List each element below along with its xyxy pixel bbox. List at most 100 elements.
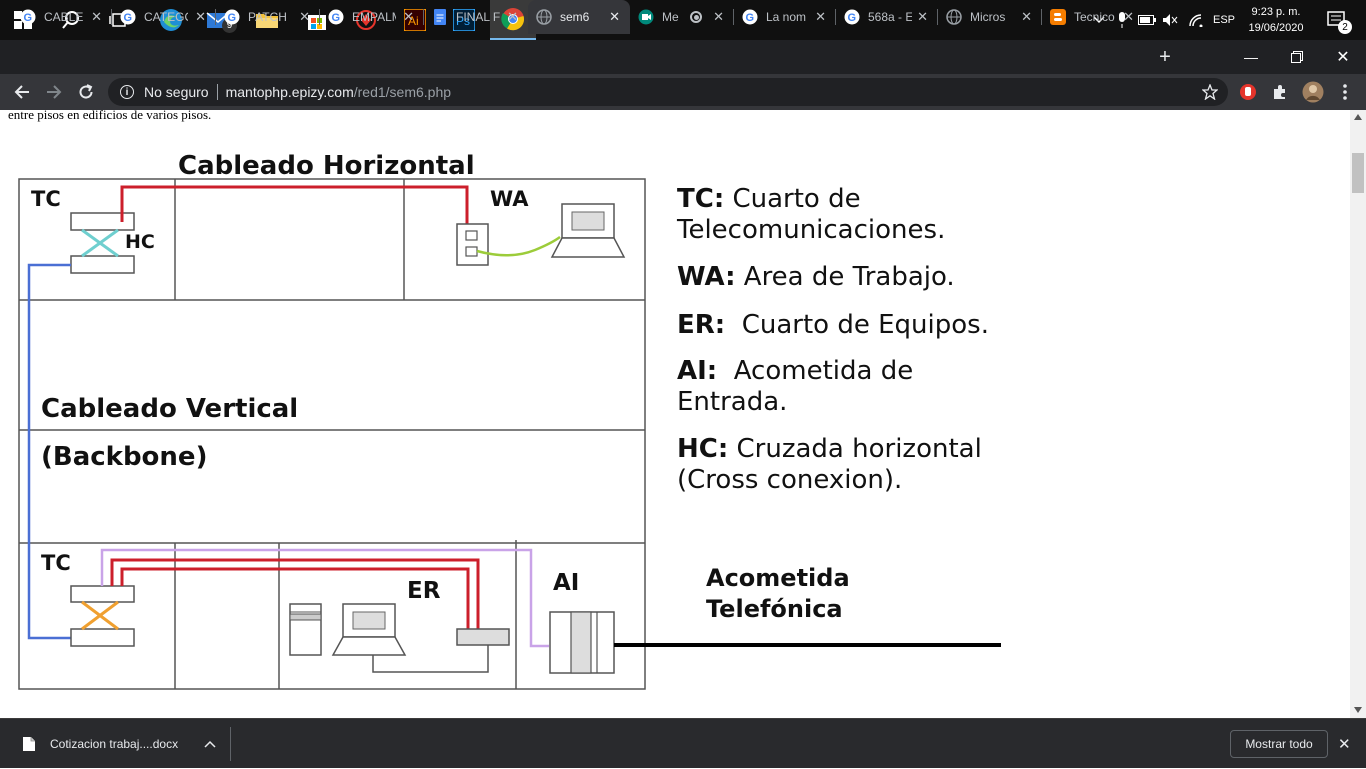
page-content: entre pisos en edificios de varios pisos…	[0, 110, 1350, 718]
meet-favicon-icon	[638, 9, 654, 25]
close-tab-icon[interactable]: ✕	[1021, 9, 1032, 25]
er-patch-panel	[456, 628, 510, 646]
chrome-menu-icon[interactable]	[1329, 74, 1361, 110]
svg-text:G: G	[746, 12, 755, 24]
er-laptop-base	[331, 636, 407, 656]
clock-time: 9:23 p. m.	[1251, 6, 1301, 18]
address-bar[interactable]: i No seguro mantophp.epizy.com/red1/sem6…	[108, 78, 1228, 106]
legend-abbr: ER:	[677, 310, 726, 340]
close-tab-icon[interactable]: ✕	[815, 9, 826, 25]
tab-sem6-active[interactable]: sem6 ✕	[528, 0, 630, 34]
legend-ai: AI: Acometida de Entrada.	[677, 356, 913, 418]
show-all-downloads-button[interactable]: Mostrar todo	[1230, 730, 1328, 758]
download-item[interactable]: Cotizacion trabaj....docx	[10, 719, 216, 769]
tab-title: sem6	[560, 10, 590, 24]
patch-panel	[70, 585, 135, 603]
tab-la-nom[interactable]: G La nom ✕	[734, 0, 836, 34]
tab-cable[interactable]: G CABLE ✕	[12, 0, 112, 34]
patch-cord	[476, 235, 561, 257]
clock[interactable]: 9:23 p. m. 19/06/2020	[1244, 0, 1308, 40]
download-bar: Cotizacion trabaj....docx Mostrar todo ✕	[0, 718, 1366, 768]
close-tab-icon[interactable]: ✕	[299, 9, 310, 25]
legend-er: ER: Cuarto de Equipos.	[677, 310, 989, 341]
legend-text: Entrada.	[677, 387, 788, 417]
blogger-favicon-icon	[1050, 9, 1066, 25]
close-tab-icon[interactable]: ✕	[713, 9, 724, 25]
outlet-port	[465, 230, 478, 241]
tab-title: CATEGO	[144, 10, 188, 24]
google-favicon-icon: G	[20, 9, 36, 25]
outlet-port	[465, 246, 478, 257]
scrollbar-thumb[interactable]	[1352, 153, 1364, 193]
tab-title: Me	[662, 10, 679, 24]
scroll-down-arrow-icon[interactable]	[1354, 707, 1362, 713]
url-path: /red1/sem6.php	[353, 84, 452, 100]
extension-adblock-icon[interactable]	[1232, 74, 1264, 110]
legend-abbr: HC:	[677, 434, 729, 464]
tab-568a[interactable]: G 568a - E ✕	[836, 0, 938, 34]
label-tc-top: TC	[31, 187, 61, 211]
page-scrollbar[interactable]	[1350, 110, 1366, 718]
legend-text: Cruzada horizontal	[728, 434, 982, 464]
legend-text: Cuarto de	[724, 184, 861, 214]
tab-final[interactable]: FINAL F ✕	[424, 0, 528, 34]
chevron-up-icon[interactable]	[204, 740, 216, 748]
profile-avatar[interactable]	[1297, 74, 1329, 110]
minimize-icon[interactable]: —	[1228, 40, 1274, 74]
label-wa: WA	[490, 187, 529, 211]
google-favicon-icon: G	[742, 9, 758, 25]
svg-text:G: G	[228, 12, 237, 24]
language-indicator[interactable]: ESP	[1210, 0, 1238, 40]
close-tab-icon[interactable]: ✕	[1123, 9, 1134, 25]
er-laptop-display	[352, 611, 386, 630]
close-tab-icon[interactable]: ✕	[507, 9, 518, 25]
tab-patch[interactable]: G PATCH ✕	[216, 0, 320, 34]
bookmark-star-icon[interactable]	[1202, 84, 1218, 100]
tab-tecnico[interactable]: Tecnico ✕	[1042, 0, 1144, 34]
tab-title: CABLE	[44, 10, 84, 24]
security-label: No seguro	[144, 84, 209, 100]
patch-panel	[70, 255, 135, 274]
legend-text: (Cross conexion).	[677, 465, 903, 495]
clock-date: 19/06/2020	[1248, 22, 1304, 34]
volume-muted-icon[interactable]	[1161, 0, 1179, 40]
back-icon[interactable]	[6, 74, 38, 110]
tab-meet[interactable]: Me ✕	[630, 0, 734, 34]
tab-categ[interactable]: G CATEGO ✕	[112, 0, 216, 34]
close-tab-icon[interactable]: ✕	[917, 9, 928, 25]
site-info-icon[interactable]: i	[120, 85, 134, 99]
close-tab-icon[interactable]: ✕	[609, 9, 620, 25]
close-download-bar-icon[interactable]: ✕	[1338, 719, 1351, 769]
svg-text:G: G	[124, 12, 133, 24]
tab-title: Micros	[970, 10, 1006, 24]
restore-icon[interactable]	[1274, 40, 1320, 74]
cabling-diagram: Cableado Horizontal TC HC WA Cableado Ve…	[18, 151, 1001, 690]
svg-text:G: G	[332, 12, 341, 24]
legend-text: Acometida de	[717, 356, 914, 386]
tab-title: La nom	[766, 10, 807, 24]
wifi-icon[interactable]	[1186, 0, 1206, 40]
legend-text: Area de Trabajo.	[735, 262, 955, 292]
legend-abbr: AI:	[677, 356, 718, 386]
notification-center-icon[interactable]: 2	[1318, 0, 1356, 40]
legend-wa: WA: Area de Trabajo.	[677, 262, 955, 293]
forward-icon[interactable]	[38, 74, 70, 110]
close-tab-icon[interactable]: ✕	[403, 9, 414, 25]
google-favicon-icon: G	[328, 9, 344, 25]
label-hc: HC	[125, 231, 155, 253]
patch-panel	[70, 212, 135, 231]
extensions-puzzle-icon[interactable]	[1264, 74, 1296, 110]
tab-title: Tecnico	[1074, 10, 1115, 24]
svg-text:G: G	[24, 12, 33, 24]
tab-title: PATCH	[248, 10, 287, 24]
tab-title: FINAL F	[456, 10, 500, 24]
tab-micros[interactable]: Micros ✕	[938, 0, 1042, 34]
reload-icon[interactable]	[70, 74, 102, 110]
tab-empalme[interactable]: G EMPALM ✕	[320, 0, 424, 34]
wall-outlet	[456, 223, 489, 266]
close-window-icon[interactable]: ✕	[1320, 40, 1366, 74]
new-tab-button[interactable]: +	[1142, 40, 1188, 74]
close-tab-icon[interactable]: ✕	[91, 9, 102, 25]
scroll-up-arrow-icon[interactable]	[1354, 114, 1362, 120]
close-tab-icon[interactable]: ✕	[195, 9, 206, 25]
